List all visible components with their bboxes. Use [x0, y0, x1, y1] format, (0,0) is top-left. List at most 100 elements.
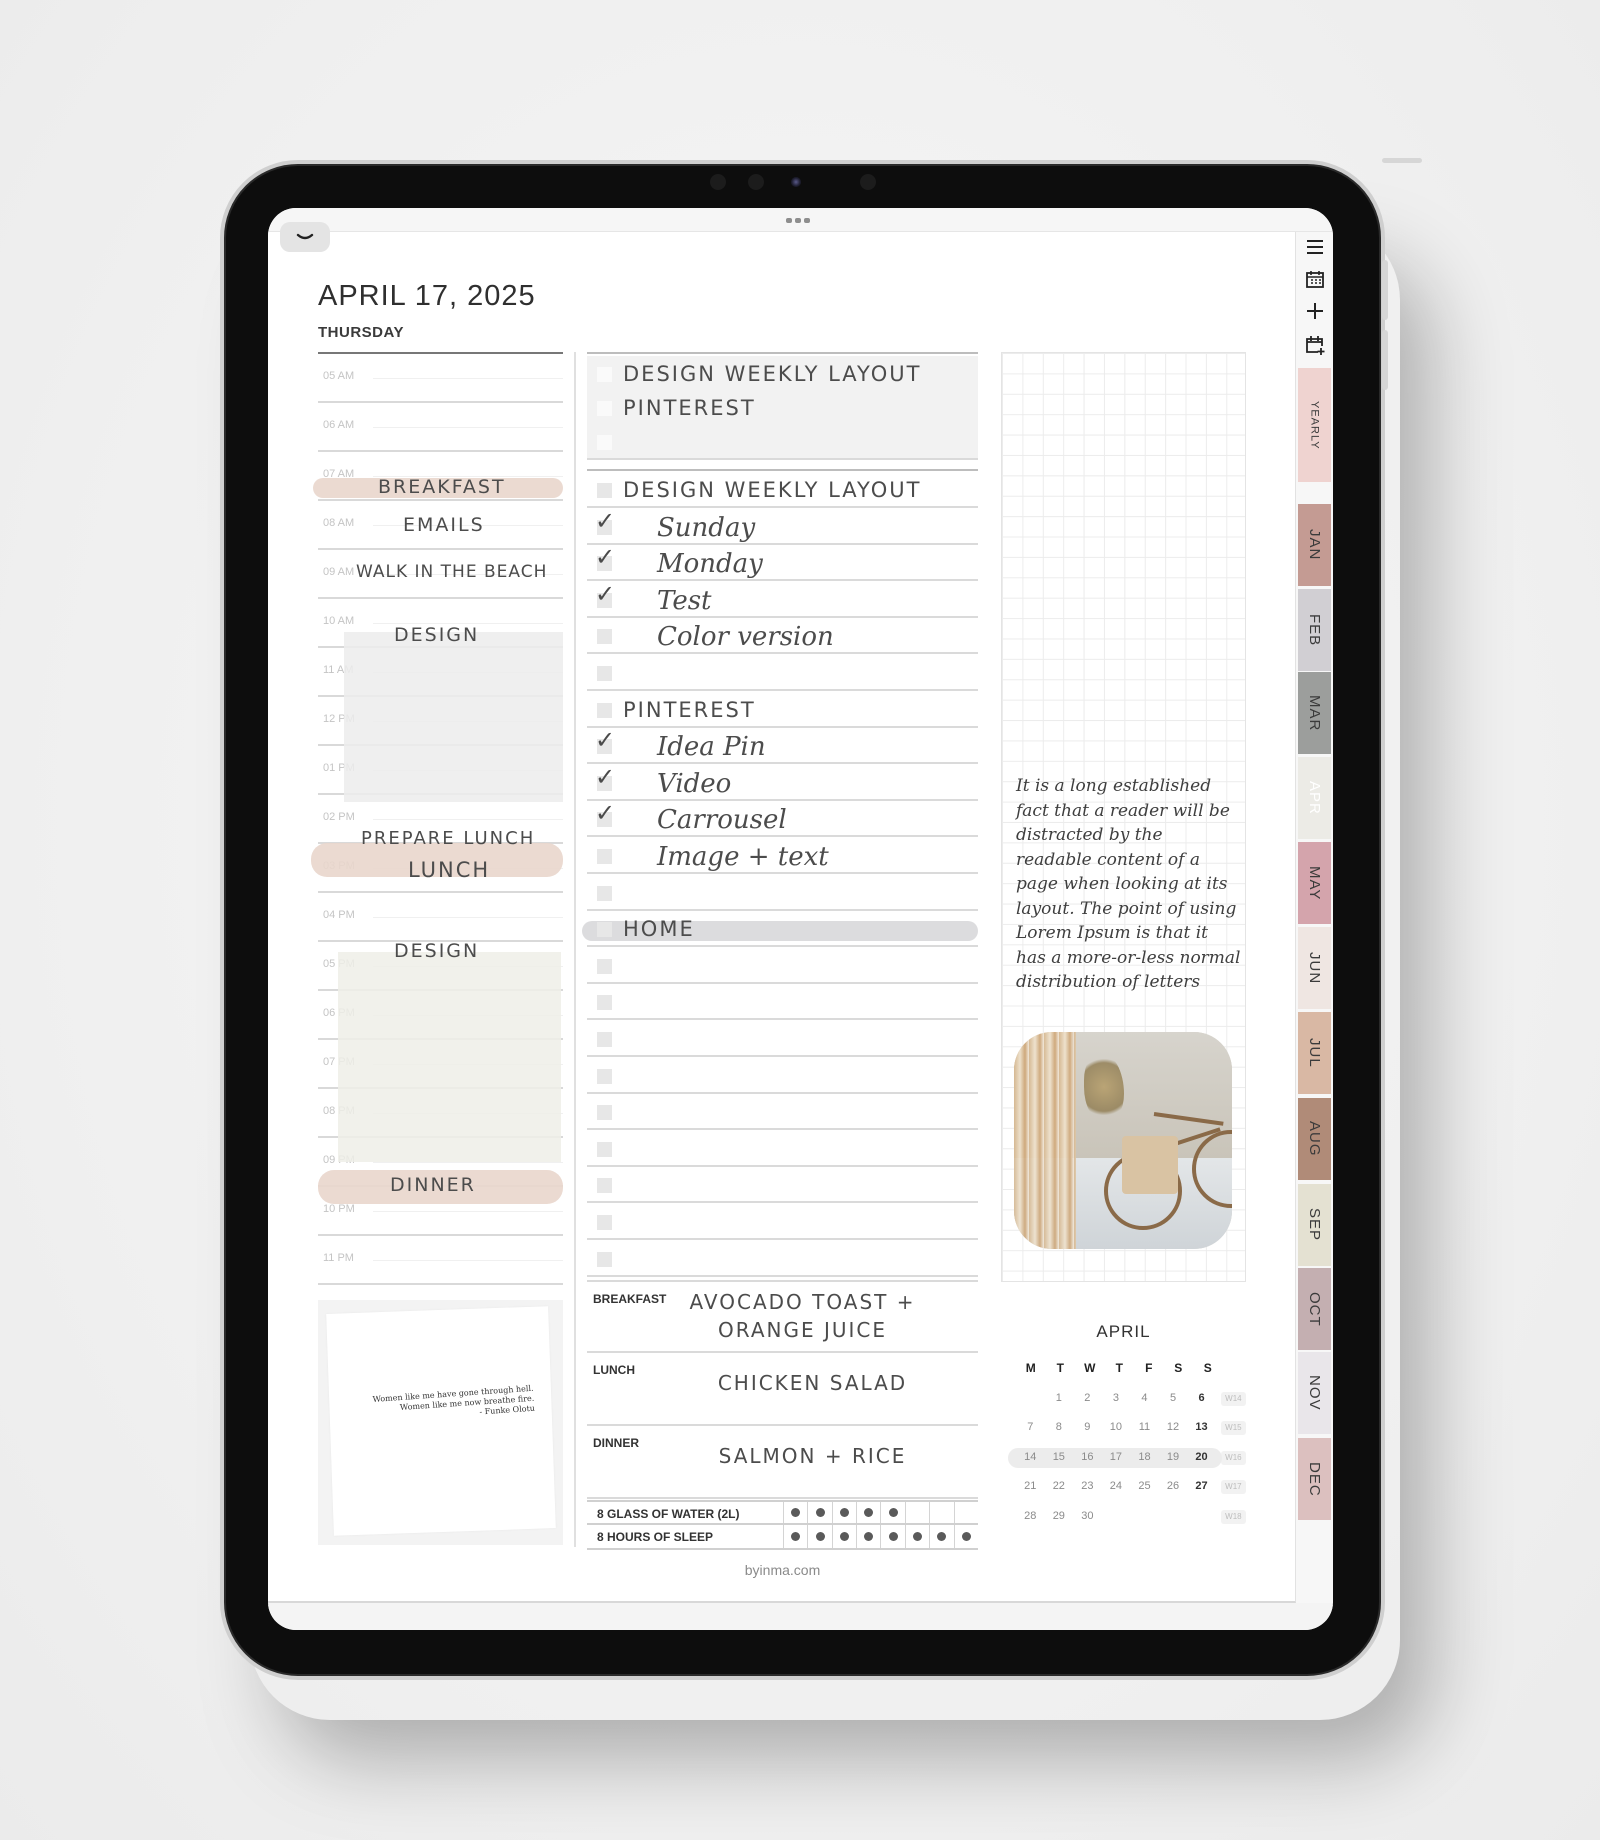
notes-text[interactable]: It is a long established fact that a rea…	[1016, 774, 1241, 995]
task-row[interactable]	[587, 948, 978, 984]
schedule-entry[interactable]: WALK IN THE BEACH	[356, 562, 547, 582]
task-text[interactable]: DESIGN WEEKLY LAYOUT	[623, 478, 921, 502]
task-row[interactable]	[587, 1094, 978, 1131]
tab-oct[interactable]: OCT	[1298, 1268, 1331, 1350]
calendar-day[interactable]: 7	[1016, 1413, 1045, 1443]
task-text[interactable]: HOME	[623, 917, 695, 941]
task-checkbox[interactable]	[597, 1251, 612, 1267]
tab-mar[interactable]: MAR	[1298, 672, 1331, 754]
calendar-day[interactable]: 5	[1159, 1384, 1188, 1414]
task-row[interactable]	[587, 655, 978, 691]
task-checkbox[interactable]	[597, 367, 612, 382]
calendar-day[interactable]: 29	[1045, 1502, 1074, 1532]
tracker-cell[interactable]	[904, 1525, 929, 1548]
task-row[interactable]: DESIGN WEEKLY LAYOUT	[587, 356, 978, 392]
task-checkbox[interactable]	[597, 995, 612, 1011]
calendar-day[interactable]: 16	[1073, 1443, 1102, 1473]
calendar-day[interactable]: 8	[1045, 1413, 1074, 1443]
schedule-entry[interactable]: BREAKFAST	[378, 476, 506, 498]
calendar-day[interactable]: 19	[1159, 1443, 1188, 1473]
task-row[interactable]	[587, 875, 978, 911]
tracker-cell[interactable]	[929, 1525, 953, 1548]
task-row[interactable]	[587, 1131, 978, 1167]
menu-icon[interactable]	[1296, 232, 1333, 262]
tracker-cell[interactable]	[929, 1502, 953, 1523]
tracker-cell[interactable]	[782, 1525, 807, 1548]
task-text[interactable]: DESIGN WEEKLY LAYOUT	[623, 362, 921, 386]
task-row[interactable]: ✓ Monday	[587, 543, 978, 582]
task-row[interactable]: HOME	[587, 911, 978, 948]
task-row[interactable]	[587, 1058, 978, 1094]
task-text[interactable]: Image + text	[657, 842, 829, 872]
calendar-day[interactable]: 4	[1130, 1384, 1159, 1414]
task-row[interactable]: PINTEREST	[587, 692, 978, 728]
tracker-cell[interactable]	[953, 1525, 978, 1548]
calendar-day[interactable]: 25	[1130, 1472, 1159, 1502]
time-slot[interactable]: 05 AM	[318, 354, 563, 403]
meal-value[interactable]: CHICKEN SALAD	[667, 1369, 958, 1397]
calendar-day[interactable]: 21	[1016, 1472, 1045, 1502]
task-text[interactable]: Sunday	[657, 513, 755, 543]
tab-jun[interactable]: JUN	[1298, 927, 1331, 1009]
task-checkbox[interactable]	[597, 1141, 612, 1157]
task-row[interactable]: ✓ Test	[587, 580, 978, 618]
tab-jan[interactable]: JAN	[1298, 504, 1331, 586]
task-row[interactable]	[587, 1021, 978, 1057]
task-checkbox[interactable]	[597, 435, 612, 450]
task-checkbox[interactable]	[597, 1178, 612, 1194]
tab-apr[interactable]: APR	[1298, 757, 1331, 839]
time-slot[interactable]: 06 AM	[318, 403, 563, 452]
task-row[interactable]: ✓ Carrousel	[587, 799, 978, 838]
tracker-cell[interactable]	[807, 1502, 831, 1523]
collapse-button[interactable]	[280, 222, 330, 252]
calendar-day[interactable]: 14	[1016, 1443, 1045, 1473]
meal-row[interactable]: LUNCH CHICKEN SALAD	[587, 1353, 978, 1426]
time-slot[interactable]: 11 PM	[318, 1236, 563, 1285]
calendar-day[interactable]: 6	[1187, 1384, 1216, 1414]
task-text[interactable]: Monday	[657, 549, 763, 579]
week-number-link[interactable]: W16	[1220, 1450, 1246, 1465]
task-checkbox[interactable]	[597, 922, 612, 938]
schedule-entry[interactable]: PREPARE LUNCH	[361, 828, 535, 849]
week-number-link[interactable]: W17	[1220, 1480, 1246, 1494]
task-text[interactable]: Idea Pin	[657, 732, 766, 762]
task-row[interactable]: ✓ Sunday	[587, 507, 978, 545]
footer-link[interactable]: byinma.com	[587, 1562, 978, 1578]
task-checkbox[interactable]	[597, 1105, 612, 1121]
task-checkbox[interactable]	[597, 629, 612, 645]
task-checkbox[interactable]	[597, 1068, 612, 1084]
tab-may[interactable]: MAY	[1298, 842, 1331, 924]
task-row[interactable]: DESIGN WEEKLY LAYOUT	[587, 472, 978, 508]
time-slot[interactable]: 04 PM	[318, 893, 563, 942]
tracker-cell[interactable]	[880, 1502, 904, 1523]
meal-row[interactable]: DINNER SALMON + RICE	[587, 1426, 978, 1499]
task-row[interactable]	[587, 1241, 978, 1277]
calendar-day[interactable]: 13	[1187, 1413, 1216, 1443]
calendar-day[interactable]: 24	[1102, 1472, 1131, 1502]
task-checkbox[interactable]	[597, 1032, 612, 1047]
calendar-day[interactable]: 26	[1159, 1472, 1188, 1502]
meal-value[interactable]: AVOCADO TOAST + ORANGE JUICE	[687, 1288, 918, 1344]
calendar-add-icon[interactable]	[1296, 330, 1333, 360]
tab-jul[interactable]: JUL	[1298, 1012, 1331, 1094]
task-checkbox[interactable]	[597, 666, 612, 681]
task-row[interactable]	[587, 1204, 978, 1240]
calendar-day[interactable]: 18	[1130, 1443, 1159, 1473]
schedule-entry[interactable]: EMAILS	[403, 514, 485, 536]
task-text[interactable]: PINTEREST	[623, 396, 756, 420]
calendar-day[interactable]: 30	[1073, 1502, 1102, 1532]
calendar-day[interactable]: 9	[1073, 1413, 1102, 1443]
calendar-day[interactable]: 15	[1045, 1443, 1074, 1473]
calendar-day[interactable]: 1	[1045, 1384, 1074, 1414]
task-checkbox[interactable]	[597, 885, 612, 901]
calendar-day[interactable]: 17	[1102, 1443, 1131, 1473]
calendar-day[interactable]: 12	[1159, 1413, 1188, 1443]
task-checkbox[interactable]	[597, 702, 612, 718]
meal-value[interactable]: SALMON + RICE	[667, 1442, 958, 1470]
task-row[interactable]: Image + text	[587, 838, 978, 874]
tab-aug[interactable]: AUG	[1298, 1098, 1331, 1180]
task-row[interactable]: Color version	[587, 618, 978, 655]
tab-yearly[interactable]: YEARLY	[1298, 368, 1331, 482]
task-row[interactable]	[587, 424, 978, 460]
task-checkbox[interactable]	[597, 483, 612, 498]
